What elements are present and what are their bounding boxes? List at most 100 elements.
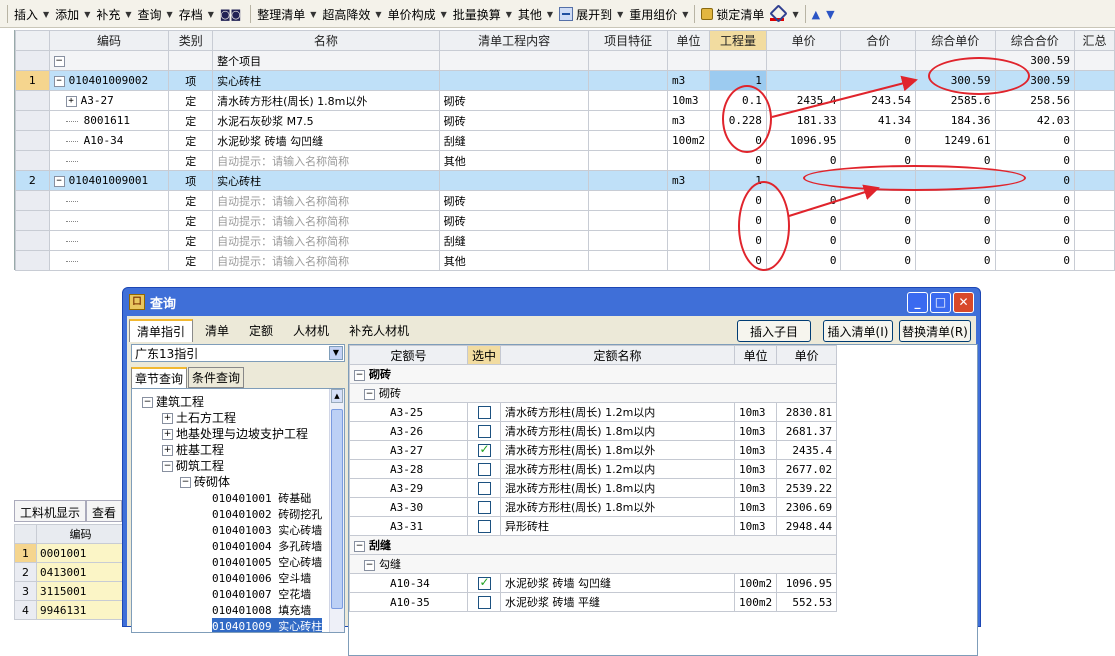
select-checkbox[interactable] — [477, 424, 491, 438]
select-checkbox[interactable] — [477, 405, 491, 419]
chevron-down-icon[interactable]: ▼ — [329, 346, 343, 360]
comp-price-cell[interactable]: 0 — [914, 230, 996, 251]
column-header[interactable]: 项目特征 — [588, 30, 668, 51]
unit-cell[interactable]: 10m3 — [666, 90, 711, 111]
collapse-icon[interactable]: − — [53, 55, 65, 67]
feature-cell[interactable] — [588, 90, 668, 111]
tree-node-earthwork[interactable]: + 土石方工程 — [162, 409, 236, 426]
expand-icon[interactable]: + — [162, 429, 173, 440]
collapse-icon[interactable]: − — [354, 369, 365, 381]
material-code[interactable]: 0413001 — [36, 562, 125, 582]
code-cell[interactable]: + A3-27 — [48, 90, 170, 111]
comp-total-cell[interactable]: 42.03 — [994, 110, 1076, 131]
unit-price-menu[interactable]: 单价构成 ▼ — [385, 3, 450, 25]
summary-cell[interactable] — [1074, 70, 1115, 91]
code-cell[interactable]: A10-34 — [48, 130, 170, 151]
select-checkbox[interactable] — [477, 500, 491, 514]
tab-chapter-query[interactable]: 章节查询 — [131, 367, 188, 388]
tab-condition-query[interactable]: 条件查询 — [188, 367, 245, 388]
column-header[interactable]: 合价 — [840, 30, 916, 51]
column-header[interactable]: 单位 — [734, 345, 778, 365]
tree-node-pile[interactable]: + 桩基工程 — [162, 441, 224, 458]
amount-cell[interactable]: 0 — [840, 230, 916, 251]
column-header[interactable]: 编码 — [48, 30, 170, 51]
type-cell[interactable]: 定 — [168, 250, 214, 271]
summary-cell[interactable] — [1074, 110, 1115, 131]
unit-cell[interactable] — [666, 190, 711, 211]
name-cell-placeholder[interactable]: 自动提示：请输入名称简称 — [212, 230, 440, 251]
amount-cell[interactable]: 243.54 — [840, 90, 916, 111]
column-header-selected[interactable]: 选中 — [466, 345, 502, 365]
tree-scrollbar[interactable]: ▲ — [329, 389, 344, 632]
table-row[interactable]: 定 自动提示：请输入名称简称 砌砖 0 0 0 0 0 — [15, 190, 1115, 211]
content-cell[interactable]: 其他 — [438, 250, 590, 271]
comp-price-cell[interactable]: 184.36 — [914, 110, 996, 131]
price-cell[interactable]: 2435.4 — [765, 90, 842, 111]
expand-icon[interactable]: + — [162, 413, 173, 424]
column-header[interactable]: 单位 — [666, 30, 711, 51]
tree-node-foundation[interactable]: + 地基处理与边坡支护工程 — [162, 425, 308, 442]
price-cell[interactable] — [765, 70, 842, 91]
column-header[interactable]: 类别 — [168, 30, 214, 51]
content-cell[interactable]: 砌砖 — [438, 190, 590, 211]
tree-node-item[interactable]: 010401004 多孔砖墙 — [212, 538, 322, 554]
feature-cell[interactable] — [588, 150, 668, 171]
table-row[interactable]: A10-34 定 水泥砂浆 砖墙 勾凹缝 刮缝 100m2 0 1096.95 … — [15, 130, 1115, 151]
select-checkbox[interactable] — [477, 462, 491, 476]
dialog-title-bar[interactable]: 囗 查询 _ □ ✕ — [123, 288, 980, 316]
tree-node-brick-masonry[interactable]: − 砖砌体 — [180, 473, 230, 490]
insert-list-button[interactable]: 插入清单(I) — [823, 320, 893, 342]
table-row[interactable]: A3-29 混水砖方形柱(周长) 1.8m以内 10m3 2539.22 — [349, 478, 838, 498]
tree-node-item[interactable]: 010401008 填充墙 — [212, 602, 311, 618]
column-header[interactable]: 定额号 — [349, 345, 468, 365]
table-row[interactable]: 定 自动提示：请输入名称简称 砌砖 0 0 0 0 0 — [15, 210, 1115, 231]
subgroup-row[interactable]: − 砌砖 — [348, 383, 838, 403]
tab-list-guide[interactable]: 清单指引 — [129, 319, 194, 342]
code-cell[interactable]: −010401009002 — [48, 70, 170, 91]
close-button[interactable]: ✕ — [953, 292, 974, 313]
summary-cell[interactable] — [1074, 150, 1115, 171]
price-cell[interactable]: 1096.95 — [765, 130, 842, 151]
column-header-quantity[interactable]: 工程量 — [709, 30, 767, 51]
table-row[interactable]: A3-25 清水砖方形柱(周长) 1.2m以内 10m3 2830.81 — [349, 402, 838, 422]
batch-convert-menu[interactable]: 批量换算 ▼ — [450, 3, 515, 25]
tab-material-display[interactable]: 工料机显示 — [14, 501, 87, 522]
binoculars-button[interactable]: ◙◙ — [217, 3, 247, 25]
unit-cell[interactable]: 100m2 — [666, 130, 711, 151]
feature-cell[interactable] — [588, 70, 668, 91]
comp-total-cell[interactable]: 0 — [994, 230, 1076, 251]
content-cell[interactable]: 刮缝 — [438, 230, 590, 251]
feature-cell[interactable] — [588, 190, 668, 211]
name-cell-placeholder[interactable]: 自动提示：请输入名称简称 — [212, 210, 440, 231]
collapse-icon[interactable]: − — [162, 461, 173, 472]
fill-color-button[interactable]: ▼ — [767, 3, 801, 25]
tab-supplement-labor-material[interactable]: 补充人材机 — [341, 319, 417, 342]
reuse-price-menu[interactable]: 重用组价 ▼ — [626, 3, 691, 25]
feature-cell[interactable] — [588, 230, 668, 251]
column-header[interactable]: 单价 — [776, 345, 838, 365]
tree-node-item[interactable]: 010401002 砖砌挖孔 — [212, 506, 322, 522]
table-row[interactable]: A3-31 异形砖柱 10m3 2948.44 — [349, 516, 838, 536]
collapse-icon[interactable]: − — [142, 397, 153, 408]
price-cell[interactable]: 0 — [765, 150, 842, 171]
select-checkbox[interactable] — [477, 595, 491, 609]
amount-cell[interactable] — [840, 70, 916, 91]
table-row[interactable]: A10-35 水泥砂浆 砖墙 平缝 100m2 552.53 — [349, 592, 838, 612]
type-cell[interactable]: 项 — [168, 70, 214, 91]
name-cell-placeholder[interactable]: 自动提示：请输入名称简称 — [212, 250, 440, 271]
content-cell[interactable]: 其他 — [438, 150, 590, 171]
summary-cell[interactable] — [1074, 250, 1115, 271]
comp-total-cell[interactable]: 0 — [994, 210, 1076, 231]
name-cell[interactable]: 水泥砂浆 砖墙 勾凹缝 — [212, 130, 440, 151]
material-code[interactable]: 0001001 — [36, 543, 125, 563]
column-header[interactable]: 清单工程内容 — [438, 30, 590, 51]
material-code[interactable]: 3115001 — [36, 581, 125, 601]
group-row[interactable]: − 刮缝 — [348, 535, 838, 555]
summary-cell[interactable] — [1074, 170, 1115, 191]
feature-cell[interactable] — [588, 130, 668, 151]
feature-cell[interactable] — [588, 170, 668, 191]
amount-cell[interactable]: 0 — [840, 190, 916, 211]
comp-total-cell[interactable]: 0 — [994, 190, 1076, 211]
column-header[interactable]: 综合合价 — [994, 30, 1076, 51]
code-cell[interactable]: −010401009001 — [48, 170, 170, 191]
